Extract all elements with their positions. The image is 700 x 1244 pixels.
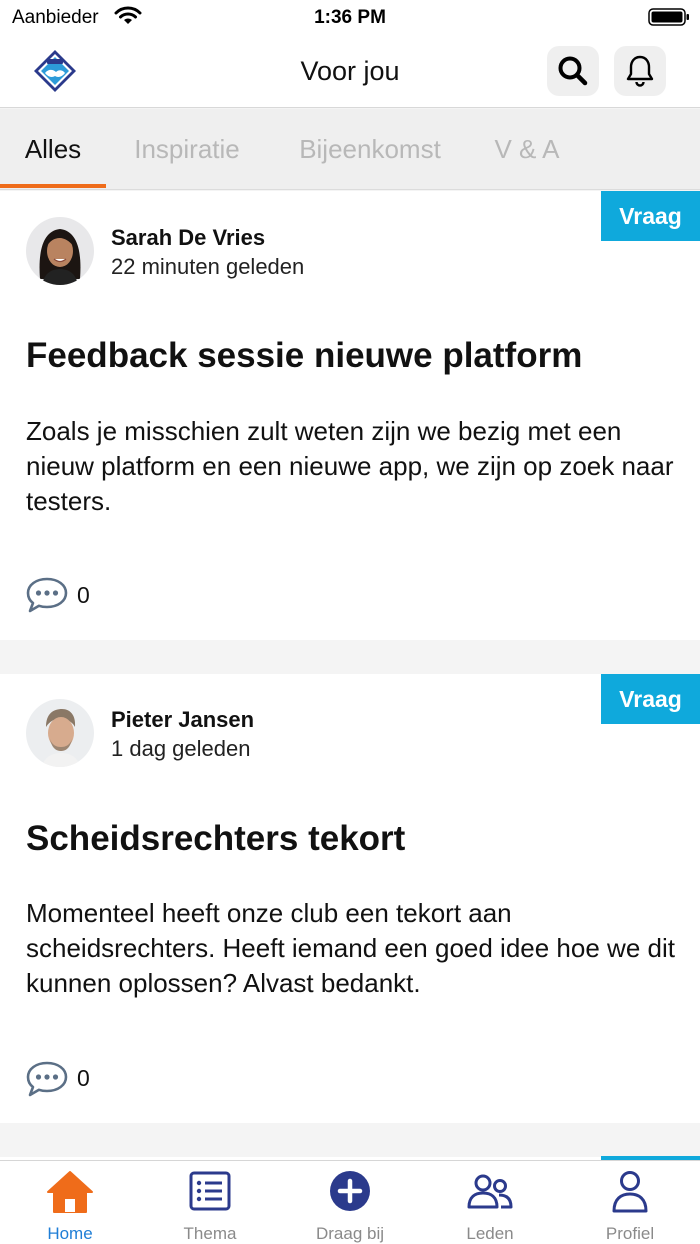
tab-alles[interactable]: Alles xyxy=(0,109,106,190)
category-tabs: Alles Inspiratie Bijeenkomst V & A xyxy=(0,109,700,190)
bell-icon xyxy=(626,55,654,87)
post-card[interactable]: Vraag Pieter Jansen 1 dag geleden Scheid… xyxy=(0,674,700,1123)
post-title[interactable]: Feedback sessie nieuwe platform xyxy=(26,336,582,376)
profile-icon xyxy=(612,1171,648,1213)
tab-bijeenkomst[interactable]: Bijeenkomst xyxy=(280,109,460,190)
avatar xyxy=(26,217,94,285)
search-icon xyxy=(558,56,588,86)
members-icon xyxy=(467,1174,513,1209)
comment-count: 0 xyxy=(77,1065,90,1091)
nav-thema[interactable]: Thema xyxy=(140,1161,280,1244)
nav-leden-label: Leden xyxy=(466,1224,514,1243)
nav-home-label: Home xyxy=(47,1224,93,1243)
post-author[interactable]: Pieter Jansen xyxy=(111,707,254,733)
post-type-badge: Vraag xyxy=(601,674,700,724)
comment-icon[interactable] xyxy=(25,576,69,614)
post-author[interactable]: Sarah De Vries xyxy=(111,225,265,251)
list-icon xyxy=(189,1171,231,1211)
bottom-navigation: Home Thema Draag bij Leden Profiel xyxy=(0,1160,700,1244)
post-type-badge: Vraag xyxy=(601,191,700,241)
nav-draag-bij-label: Draag bij xyxy=(315,1224,385,1243)
status-time: 1:36 PM xyxy=(314,7,386,28)
post-time: 1 dag geleden xyxy=(111,736,251,761)
battery-icon xyxy=(648,8,689,26)
comment-icon[interactable] xyxy=(25,1060,69,1098)
notifications-button[interactable] xyxy=(614,46,666,96)
avatar xyxy=(26,699,94,767)
post-body: Zoals je misschien zult weten zijn we be… xyxy=(26,416,674,516)
search-button[interactable] xyxy=(547,46,599,96)
app-header: Voor jou xyxy=(0,36,700,108)
nav-profiel-label: Profiel xyxy=(605,1224,655,1243)
plus-circle-icon xyxy=(330,1171,370,1211)
home-icon xyxy=(47,1171,93,1213)
nav-draag-bij[interactable]: Draag bij xyxy=(280,1161,420,1244)
comment-count: 0 xyxy=(77,582,90,608)
post-body: Momenteel heeft onze club een tekort aan… xyxy=(26,898,675,998)
nav-home[interactable]: Home xyxy=(0,1161,140,1244)
active-tab-indicator xyxy=(0,184,106,188)
post-title[interactable]: Scheidsrechters tekort xyxy=(26,819,405,859)
nav-leden[interactable]: Leden xyxy=(420,1161,560,1244)
status-bar: Aanbieder 1:36 PM xyxy=(0,0,700,36)
post-time: 22 minuten geleden xyxy=(111,254,305,279)
tab-inspiratie[interactable]: Inspiratie xyxy=(118,109,256,190)
tab-v-en-a[interactable]: V & A xyxy=(486,109,568,190)
nav-thema-label: Thema xyxy=(183,1224,237,1243)
post-card[interactable]: Vraag Sarah De Vries 22 minuten geleden … xyxy=(0,191,700,640)
nav-profiel[interactable]: Profiel xyxy=(560,1161,700,1244)
